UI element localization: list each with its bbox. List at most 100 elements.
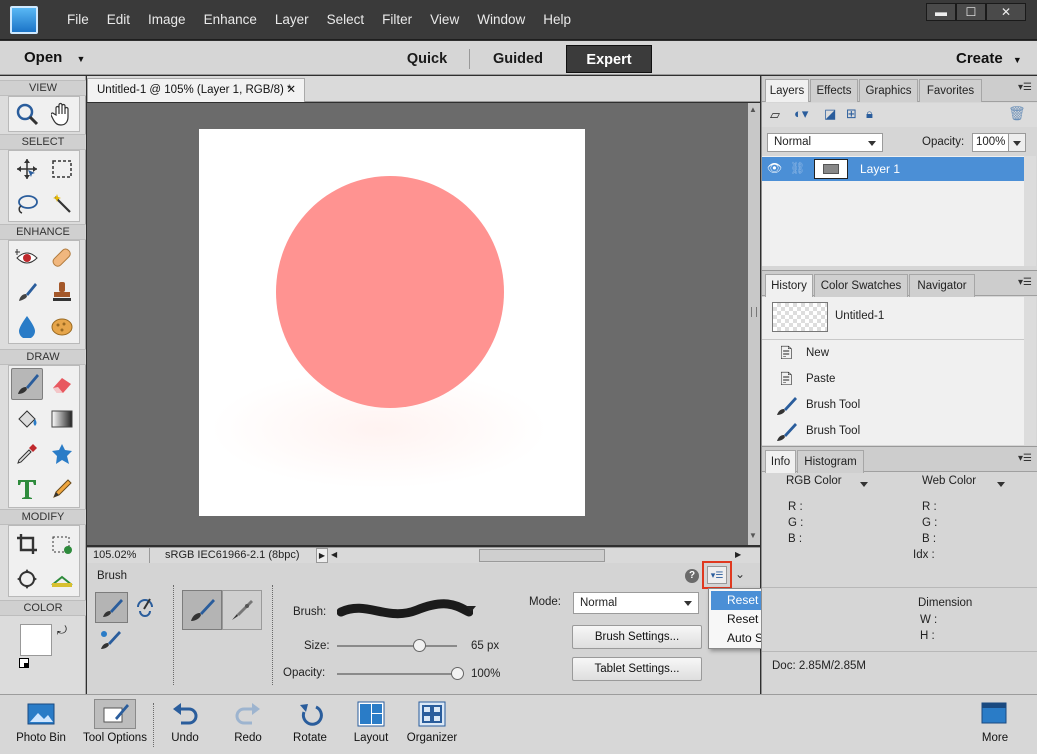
close-tab-icon[interactable]: ✕: [286, 79, 296, 101]
scroll-right-icon[interactable]: ▶: [735, 550, 741, 559]
history-scrollbar[interactable]: [1024, 297, 1036, 445]
swap-colors-icon[interactable]: ⤾: [57, 623, 67, 638]
eraser-tool-icon[interactable]: [46, 368, 78, 400]
eyedropper-tool-icon[interactable]: [11, 438, 43, 470]
scroll-thumb[interactable]: [751, 307, 757, 317]
zoom-level[interactable]: 105.02%: [93, 549, 136, 561]
new-layer-icon[interactable]: ▱: [770, 107, 780, 123]
info-left-mode[interactable]: RGB Color: [786, 475, 842, 487]
tab-effects[interactable]: Effects: [810, 79, 858, 102]
collapse-chevron-icon[interactable]: ⌄: [735, 567, 745, 581]
impressionist-brush-icon[interactable]: [132, 595, 158, 622]
size-slider-knob[interactable]: [413, 639, 427, 652]
tab-histogram[interactable]: Histogram: [797, 450, 864, 473]
content-aware-move-tool-icon[interactable]: [11, 563, 43, 595]
red-eye-tool-icon[interactable]: [11, 242, 43, 274]
canvas-area[interactable]: [87, 103, 748, 545]
lock-all-icon[interactable]: 🔒︎: [866, 106, 873, 122]
more-button[interactable]: More: [964, 699, 1026, 744]
history-item[interactable]: Brush Tool: [806, 425, 860, 437]
gradient-tool-icon[interactable]: [46, 403, 78, 435]
default-colors-icon[interactable]: [19, 658, 29, 668]
status-menu-arrow-icon[interactable]: ▶: [316, 548, 328, 563]
horizontal-scroll-thumb[interactable]: [479, 549, 605, 562]
brush-variant-button[interactable]: [95, 592, 128, 623]
blend-mode-select[interactable]: Normal: [767, 133, 883, 152]
tab-graphics[interactable]: Graphics: [859, 79, 918, 102]
open-button[interactable]: Open ▼: [24, 49, 85, 66]
tab-color-swatches[interactable]: Color Swatches: [814, 274, 908, 297]
close-window-button[interactable]: ✕: [986, 3, 1026, 21]
move-tool-icon[interactable]: [11, 153, 43, 185]
scroll-left-icon[interactable]: ◀: [331, 550, 337, 559]
vertical-scrollbar[interactable]: ▲ ▼: [748, 103, 760, 545]
size-value[interactable]: 65 px: [471, 640, 499, 652]
create-button[interactable]: Create ▼: [956, 50, 1022, 67]
chevron-down-icon[interactable]: [997, 482, 1005, 487]
minimize-button[interactable]: ▬: [926, 3, 956, 21]
panel-menu-icon[interactable]: ▾☰: [1018, 277, 1032, 289]
menu-window[interactable]: Window: [468, 12, 534, 27]
paint-bucket-tool-icon[interactable]: [11, 403, 43, 435]
hand-tool-icon[interactable]: [46, 98, 78, 130]
photo-bin-button[interactable]: Photo Bin: [10, 699, 72, 744]
eye-visibility-icon[interactable]: 👁︎: [767, 161, 782, 175]
chevron-down-icon[interactable]: [860, 482, 868, 487]
layer-row[interactable]: 👁︎ ⛓︎ Layer 1: [762, 157, 1024, 181]
tab-quick[interactable]: Quick: [384, 45, 470, 73]
brush-settings-button[interactable]: Brush Settings...: [572, 625, 702, 649]
lock-transparent-icon[interactable]: ⊞: [846, 106, 857, 122]
airbrush-off-button[interactable]: [182, 590, 222, 630]
zoom-tool-icon[interactable]: [11, 98, 43, 130]
menu-edit[interactable]: Edit: [98, 12, 139, 27]
brush-dropdown-arrow-icon[interactable]: [466, 606, 476, 612]
tab-guided[interactable]: Guided: [475, 45, 561, 73]
recompose-tool-icon[interactable]: [46, 528, 78, 560]
menu-filter[interactable]: Filter: [373, 12, 421, 27]
size-slider[interactable]: [337, 639, 457, 652]
tab-info[interactable]: Info: [765, 450, 796, 473]
layer-mask-icon[interactable]: ◪: [824, 106, 836, 122]
sponge-tool-icon[interactable]: [46, 310, 78, 342]
crop-tool-icon[interactable]: [11, 528, 43, 560]
history-item[interactable]: Brush Tool: [806, 399, 860, 411]
brush-preset-picker[interactable]: [336, 598, 474, 627]
maximize-button[interactable]: ☐: [956, 3, 986, 21]
type-tool-icon[interactable]: [11, 473, 43, 505]
magic-wand-tool-icon[interactable]: [46, 188, 78, 220]
opacity-slider-knob[interactable]: [451, 667, 464, 680]
tab-favorites[interactable]: Favorites: [919, 79, 982, 102]
link-icon[interactable]: ⛓︎: [790, 161, 805, 175]
marquee-tool-icon[interactable]: [46, 153, 78, 185]
menu-file[interactable]: File: [58, 12, 98, 27]
tool-options-menu-button[interactable]: ▾☰: [702, 561, 732, 589]
menu-help[interactable]: Help: [534, 12, 580, 27]
fill-adjustment-layer-icon[interactable]: ◐▾: [794, 106, 808, 122]
panel-menu-icon[interactable]: ▾☰: [1018, 82, 1032, 94]
straighten-tool-icon[interactable]: [46, 563, 78, 595]
info-right-mode[interactable]: Web Color: [922, 475, 976, 487]
color-replacement-icon[interactable]: [99, 629, 123, 654]
menu-image[interactable]: Image: [139, 12, 195, 27]
document-canvas[interactable]: [199, 129, 585, 516]
redo-button[interactable]: Redo: [217, 699, 279, 744]
pencil-tool-icon[interactable]: [46, 473, 78, 505]
healing-tool-icon[interactable]: [46, 242, 78, 274]
layers-scrollbar[interactable]: [1024, 156, 1036, 266]
tab-layers[interactable]: Layers: [765, 79, 809, 102]
clone-stamp-tool-icon[interactable]: [46, 276, 78, 308]
layer-opacity-dropdown-icon[interactable]: [1008, 133, 1026, 152]
mode-select[interactable]: Normal: [573, 592, 699, 614]
help-icon[interactable]: ?: [685, 569, 699, 583]
rotate-button[interactable]: Rotate: [279, 699, 341, 744]
tab-expert[interactable]: Expert: [566, 45, 652, 73]
scroll-up-icon[interactable]: ▲: [749, 105, 757, 114]
tab-navigator[interactable]: Navigator: [909, 274, 975, 297]
opacity-value[interactable]: 100%: [471, 668, 500, 680]
opacity-slider[interactable]: [337, 667, 464, 680]
menu-enhance[interactable]: Enhance: [195, 12, 266, 27]
tab-history[interactable]: History: [765, 274, 813, 297]
menu-view[interactable]: View: [421, 12, 468, 27]
menu-select[interactable]: Select: [318, 12, 374, 27]
organizer-button[interactable]: Organizer: [401, 699, 463, 744]
